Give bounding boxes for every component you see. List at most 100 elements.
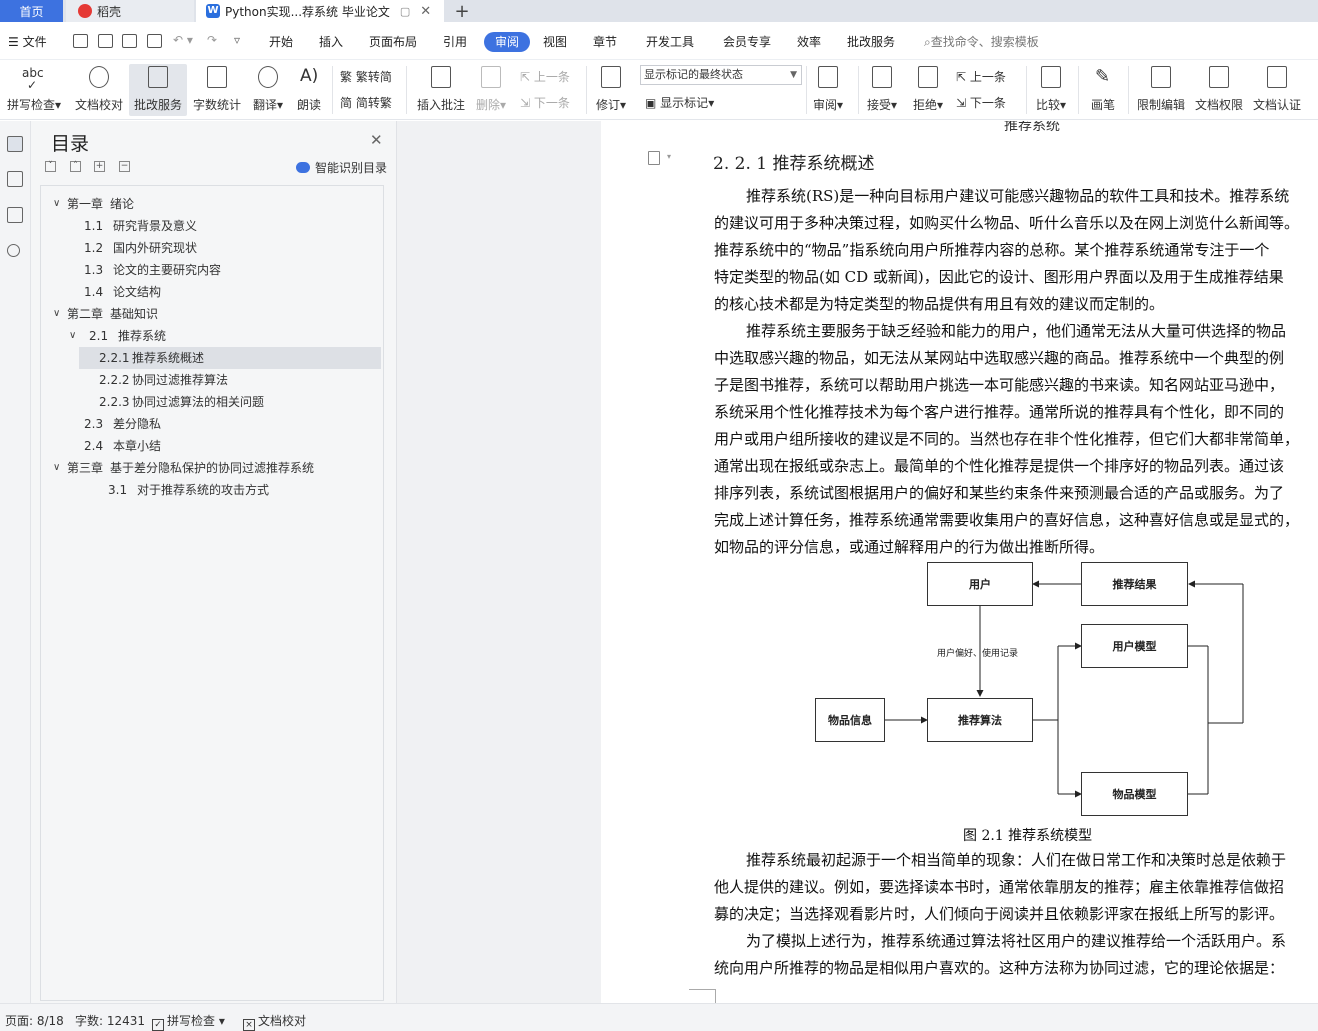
next-comment-button[interactable]: ⇲ 下一条 [520, 94, 570, 111]
insert-comment-button[interactable]: 插入批注 [413, 64, 469, 116]
collapse-icon[interactable]: ˄ [70, 161, 81, 172]
bookmark-icon[interactable] [7, 207, 23, 223]
tab-daoke[interactable]: 稻壳 [66, 0, 194, 22]
markup-mode-select[interactable]: 显示标记的最终状态 ▼ [640, 65, 802, 85]
chevron-down-icon[interactable]: ∨ [53, 193, 60, 215]
file-menu[interactable]: ☰ 文件 [8, 33, 47, 50]
print-preview-icon[interactable] [147, 34, 162, 48]
toc-item-number: 2.2.1 [99, 351, 130, 365]
read-aloud-button[interactable]: A) 朗读 [292, 64, 326, 116]
print-icon[interactable] [122, 34, 137, 48]
undo-icon[interactable]: ↶ ▾ [173, 33, 193, 47]
translate-button[interactable]: 翻译▾ [248, 64, 288, 116]
toc-item[interactable]: ∨ 第一章 绪论 [41, 193, 383, 215]
window-icon[interactable]: ▢ [400, 5, 410, 18]
document-marker-icon[interactable] [648, 151, 660, 165]
toc-item-selected[interactable]: 2.2.1 推荐系统概述 [79, 347, 381, 369]
to-simplified-button[interactable]: 简 简转繁 [340, 94, 392, 111]
status-doc-proof[interactable]: × 文档校对 [243, 1012, 306, 1031]
toc-item[interactable]: 2.3 差分隐私 [41, 413, 383, 435]
toc-item[interactable]: 2.2.2 协同过滤推荐算法 [41, 369, 383, 391]
toc-item[interactable]: 1.2 国内外研究现状 [41, 237, 383, 259]
menu-page-layout[interactable]: 页面布局 [369, 33, 417, 50]
toc-item[interactable]: 2.4 本章小结 [41, 435, 383, 457]
chapter-nav-icon[interactable] [7, 171, 23, 187]
diagram-node-item-model: 物品模型 [1081, 772, 1188, 816]
menu-dev-tools[interactable]: 开发工具 [646, 33, 694, 50]
chevron-down-icon[interactable]: ∨ [69, 325, 76, 347]
ribbon-separator [406, 66, 407, 114]
smart-toc-button[interactable]: 智能识别目录 [296, 159, 387, 176]
toc-item[interactable]: 2.2.3 协同过滤算法的相关问题 [41, 391, 383, 413]
ribbon-separator [1026, 66, 1027, 114]
next-change-button[interactable]: ⇲ 下一条 [956, 94, 1006, 111]
compare-button[interactable]: 比较▾ [1032, 64, 1070, 116]
toc-item[interactable]: 3.1 对于推荐系统的攻击方式 [41, 479, 383, 501]
shield-icon [1263, 64, 1291, 90]
review-pane-button[interactable]: 审阅▾ [810, 64, 846, 116]
expand-icon[interactable]: ˅ [45, 161, 56, 172]
tab-document[interactable]: W Python实现...荐系统 毕业论文 ▢ ✕ [196, 0, 444, 22]
remove-heading-icon[interactable]: − [119, 161, 130, 172]
tab-home[interactable]: 首页 [0, 0, 63, 22]
menu-view[interactable]: 视图 [543, 33, 567, 50]
menu-start[interactable]: 开始 [269, 33, 293, 50]
toc-item[interactable]: 1.4 论文结构 [41, 281, 383, 303]
chevron-down-icon[interactable]: ▾ [667, 152, 671, 161]
chevron-down-icon[interactable]: ∨ [53, 457, 60, 479]
restrict-editing-button[interactable]: 限制编辑 [1134, 64, 1188, 116]
ink-button[interactable]: ✎ 画笔 [1085, 64, 1121, 116]
command-search[interactable]: ⌕查找命令、搜索模板 [924, 33, 1039, 50]
document-page[interactable]: 推荐系统 ▾ 2. 2. 1 推荐系统概述 推荐系统(RS)是一种向目标用户建议… [601, 121, 1318, 1003]
new-tab-button[interactable]: + [452, 0, 472, 22]
close-tab-icon[interactable]: ✕ [420, 4, 431, 19]
menu-efficiency[interactable]: 效率 [797, 33, 821, 50]
chevron-down-icon[interactable]: ∨ [53, 303, 60, 325]
add-heading-icon[interactable]: + [94, 161, 105, 172]
export-pdf-icon[interactable] [98, 34, 113, 48]
to-traditional-button[interactable]: 繁 繁转简 [340, 68, 392, 85]
redo-icon[interactable]: ↷ [207, 33, 217, 47]
menu-review[interactable]: 审阅 [484, 32, 530, 52]
spell-check-button[interactable]: abc ✓ 拼写检查▾ [4, 64, 64, 116]
word-count-label: 字数统计 [192, 98, 241, 112]
accept-button[interactable]: 接受▾ [864, 64, 900, 116]
review-pane-icon [814, 64, 842, 90]
doc-permissions-button[interactable]: 文档权限 [1192, 64, 1246, 116]
toc-item-number: 第一章 [67, 197, 104, 211]
toc-item[interactable]: 1.3 论文的主要研究内容 [41, 259, 383, 281]
menu-references[interactable]: 引用 [443, 33, 467, 50]
prev-comment-button[interactable]: ⇱ 上一条 [520, 68, 570, 85]
word-count[interactable]: 字数: 12431 [75, 1012, 145, 1029]
doc-certification-button[interactable]: 文档认证 [1250, 64, 1304, 116]
paragraph-4: 为了模拟上述行为，推荐系统通过算法将社区用户的建议推荐给一个活跃用户。系 统向用… [714, 928, 1318, 982]
toc-item[interactable]: ∨ 2.1 推荐系统 [41, 325, 383, 347]
track-changes-button[interactable]: 修订▾ [593, 64, 629, 116]
doc-proof-button[interactable]: 文档校对 [72, 64, 126, 116]
correction-service-button[interactable]: 批改服务 [129, 64, 187, 116]
diagram-node-algorithm: 推荐算法 [927, 698, 1033, 742]
menu-correction[interactable]: 批改服务 [847, 33, 895, 50]
close-icon[interactable]: ✕ [370, 131, 383, 149]
quick-access-dropdown-icon[interactable]: ▿ [234, 33, 240, 47]
toc-item[interactable]: 1.1 研究背景及意义 [41, 215, 383, 237]
text-line: 中选取感兴趣的物品，如无法从某网站中选取感兴趣的商品。推荐系统中一个典型的例 [714, 349, 1285, 367]
show-markup-button[interactable]: ▣ 显示标记▾ [645, 94, 714, 111]
reject-button[interactable]: 拒绝▾ [910, 64, 946, 116]
status-spell-check[interactable]: ✓ 拼写检查 ▾ [152, 1012, 225, 1031]
menu-insert[interactable]: 插入 [319, 33, 343, 50]
search-icon[interactable] [7, 244, 20, 257]
toc-item[interactable]: ∨ 第三章 基于差分隐私保护的协同过滤推荐系统 [41, 457, 383, 479]
word-count-button[interactable]: 字数统计 [190, 64, 244, 116]
menu-chapter[interactable]: 章节 [593, 33, 617, 50]
outline-icon[interactable] [7, 136, 23, 152]
text-line: 他人提供的建议。例如，要选择读本书时，通常依靠朋友的推荐；雇主依靠推荐信做招 [714, 878, 1285, 896]
insert-comment-label: 插入批注 [416, 98, 465, 112]
toc-item[interactable]: ∨ 第二章 基础知识 [41, 303, 383, 325]
delete-comment-button[interactable]: 删除▾ [472, 64, 510, 116]
prev-change-button[interactable]: ⇱ 上一条 [956, 68, 1006, 85]
menu-member[interactable]: 会员专享 [723, 33, 771, 50]
chevron-down-icon: ▼ [790, 70, 797, 80]
page-indicator[interactable]: 页面: 8/18 [5, 1012, 64, 1029]
save-icon[interactable] [73, 34, 88, 48]
